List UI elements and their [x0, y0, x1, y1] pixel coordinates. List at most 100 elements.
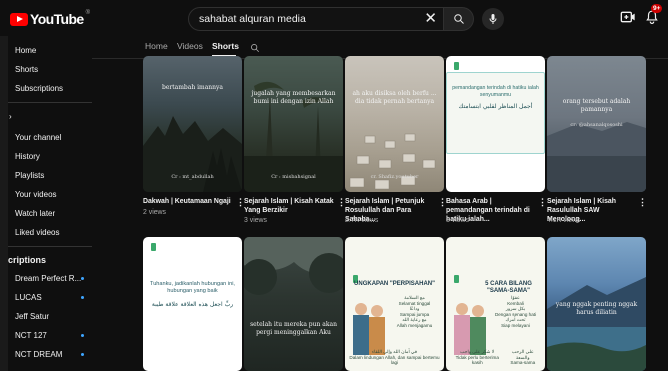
- sidebar-item-shorts[interactable]: Shorts: [15, 65, 38, 74]
- quote-card: pemandangan terindah di hatiku ialah sen…: [446, 72, 545, 154]
- short-views: 2 views: [143, 209, 166, 216]
- phrase-pair-left: لا شكر على واجب Tidak perlu berterima kas…: [450, 349, 505, 366]
- short-overlay-text: Tuhanku, jadikanlah hubungan ini, hubung…: [149, 281, 235, 294]
- short-thumbnail[interactable]: UNGKAPAN "PERPISAHAN" مع السلامة Selamat…: [345, 237, 444, 371]
- trees-sky-image: [244, 237, 343, 295]
- short-credit: cr: @ahsanalqososhi: [570, 122, 623, 128]
- new-content-dot: [81, 353, 84, 356]
- phrase-ar: على الرحب والسعة: [511, 349, 534, 360]
- sidebar-divider: [8, 102, 92, 103]
- short-overlay-text: 5 CARA BILANG "SAMA-SAMA": [485, 281, 532, 294]
- subscriptions-heading: criptions: [8, 255, 47, 265]
- more-actions-icon[interactable]: ⋮: [538, 197, 547, 208]
- phrase-id: Tidak perlu berterima kasih: [455, 354, 499, 366]
- short-title[interactable]: Sejarah Islam | Kisah Katak Yang Berziki…: [244, 197, 336, 215]
- palm-trees-image: [244, 81, 343, 192]
- screen-edge: [0, 0, 8, 371]
- short-overlay-text: pemandangan terindah di hatiku ialah sen…: [452, 85, 539, 98]
- welcome-phrases: عفوًا Kembali بكل سرور Dengan senang hat…: [490, 295, 541, 329]
- short-overlay-text: jugalah yang membesarkan bumi ini dengan…: [251, 90, 336, 105]
- you-section-chevron-icon[interactable]: ›: [9, 112, 12, 121]
- arabic-text: ربِّ اجعل هذه العلاقة علاقة طيبة: [151, 301, 234, 308]
- logo-registered-mark: ®: [85, 10, 91, 16]
- short-credit: cr. Shafiz.youtuber: [370, 174, 419, 180]
- short-credit: Cr : misbahsignal: [271, 174, 316, 180]
- subscription-nct-dream[interactable]: NCT DREAM: [15, 350, 62, 359]
- illustration-two-people: [353, 303, 385, 355]
- tab-videos[interactable]: Videos: [177, 41, 203, 51]
- subscription-lucas[interactable]: LUCAS: [15, 293, 42, 302]
- sidebar-divider: [8, 246, 92, 247]
- clear-search-icon[interactable]: ✕: [424, 11, 437, 27]
- short-views: 2.7K views: [345, 217, 379, 224]
- short-overlay-text: ah aku disiksa oleh berfu ... dia tidak …: [352, 90, 437, 105]
- welcome-phrase-bottom: لا شكر على واجب Tidak perlu berterima kas…: [450, 349, 541, 366]
- short-thumbnail[interactable]: bertambah imannya Cr : mt_abdullah: [143, 56, 242, 192]
- short-views: 4.1K views: [547, 217, 581, 224]
- farewell-phrase-bottom: في أمان الله وإلى اللقاء Dalam lindungan…: [349, 349, 440, 366]
- subscription-dream-perfect[interactable]: Dream Perfect R...: [15, 274, 81, 283]
- short-overlay-text: yang nggak penting nggak harus diliatin: [555, 301, 638, 316]
- masthead: YouTube ® sahabat alquran media ✕ 9+: [0, 0, 668, 36]
- sidebar-item-history[interactable]: History: [15, 152, 40, 161]
- channel-tabs: Home Videos Shorts: [92, 36, 668, 58]
- landscape-trees-image: [143, 116, 242, 192]
- short-views: 3 views: [446, 217, 469, 224]
- microphone-icon: [489, 14, 497, 24]
- phrase-id: Allah menjagamu: [396, 322, 433, 328]
- search-input[interactable]: sahabat alquran media ✕: [188, 7, 444, 31]
- short-views: 3 views: [244, 217, 267, 224]
- short-thumbnail[interactable]: jugalah yang membesarkan bumi ini dengan…: [244, 56, 343, 192]
- short-overlay-text: setelah itu mereka pun akan pergi mening…: [250, 321, 337, 336]
- sidebar-item-your-channel[interactable]: Your channel: [15, 133, 61, 142]
- sidebar-item-watch-later[interactable]: Watch later: [15, 209, 55, 218]
- sidebar-item-liked-videos[interactable]: Liked videos: [15, 228, 59, 237]
- notification-count-badge: 9+: [651, 4, 663, 13]
- cemetery-image: [349, 133, 436, 190]
- channel-logo-icon: [454, 275, 459, 283]
- more-actions-icon[interactable]: ⋮: [638, 197, 647, 208]
- phrase-id: Siap melayani: [501, 322, 530, 328]
- short-thumbnail[interactable]: pemandangan terindah di hatiku ialah sen…: [446, 56, 545, 192]
- logo-text: YouTube: [30, 11, 84, 27]
- tab-home[interactable]: Home: [145, 41, 168, 51]
- subscription-nct-127[interactable]: NCT 127: [15, 331, 47, 340]
- short-credit: Cr : mt_abdullah: [171, 174, 214, 180]
- youtube-logo[interactable]: YouTube ®: [10, 10, 91, 27]
- channel-logo-icon: [151, 243, 156, 251]
- create-video-icon: [620, 11, 635, 23]
- create-button[interactable]: [620, 10, 636, 29]
- voice-search-button[interactable]: [482, 8, 504, 30]
- phrase-id: Dalam lindungan Allah, dan sampai bertem…: [349, 354, 440, 366]
- sidebar: Home Shorts Subscriptions › Your channel…: [8, 36, 92, 371]
- short-overlay-text: bertambah imannya: [161, 84, 223, 91]
- farewell-phrases: مع السلامة Selamat tinggal وداعًا Sampai…: [389, 295, 440, 329]
- short-thumbnail[interactable]: ah aku disiksa oleh berfu ... dia tidak …: [345, 56, 444, 192]
- short-thumbnail[interactable]: setelah itu mereka pun akan pergi mening…: [244, 237, 343, 371]
- illustration-two-people: [454, 303, 486, 355]
- channel-logo-icon: [454, 62, 459, 70]
- short-thumbnail[interactable]: orang tersebut adalah pamannya cr: @ahsa…: [547, 56, 646, 192]
- new-content-dot: [81, 277, 84, 280]
- new-content-dot: [81, 296, 84, 299]
- short-thumbnail[interactable]: yang nggak penting nggak harus diliatin: [547, 237, 646, 371]
- search-icon: [251, 44, 260, 53]
- tab-shorts[interactable]: Shorts: [212, 41, 239, 51]
- short-overlay-text: orang tersebut adalah pamannya: [562, 98, 631, 113]
- short-thumbnail[interactable]: 5 CARA BILANG "SAMA-SAMA" عفوًا Kembali …: [446, 237, 545, 371]
- short-title[interactable]: Dakwah | Keutamaan Ngaji: [143, 197, 235, 206]
- arabic-text: أجمل المناظر لقلبي ابتسامتك: [458, 103, 533, 110]
- search-query: sahabat alquran media: [199, 13, 306, 25]
- sidebar-item-subscriptions[interactable]: Subscriptions: [15, 84, 63, 93]
- sidebar-item-home[interactable]: Home: [15, 46, 36, 55]
- subscription-jeff-satur[interactable]: Jeff Satur: [15, 312, 49, 321]
- new-content-dot: [81, 334, 84, 337]
- sidebar-item-your-videos[interactable]: Your videos: [15, 190, 57, 199]
- sidebar-item-playlists[interactable]: Playlists: [15, 171, 44, 180]
- search-button[interactable]: [444, 7, 474, 31]
- search-icon: [453, 14, 464, 24]
- phrase-id: Sama-sama: [510, 360, 536, 366]
- short-thumbnail[interactable]: Tuhanku, jadikanlah hubungan ini, hubung…: [143, 237, 242, 371]
- short-overlay-text: UNGKAPAN "PERPISAHAN": [354, 281, 435, 287]
- youtube-play-icon: [10, 12, 28, 26]
